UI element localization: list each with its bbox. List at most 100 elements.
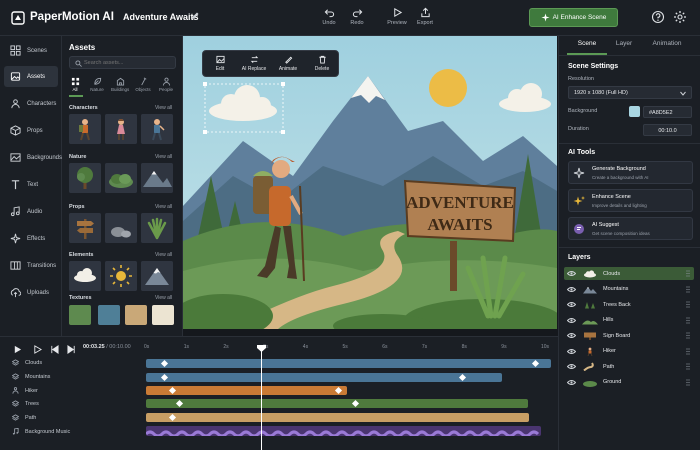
layer-item-hiker[interactable]: Hiker xyxy=(564,345,694,358)
keyframe[interactable] xyxy=(531,359,540,368)
asset-thumb-fern[interactable] xyxy=(141,213,173,243)
eye-icon[interactable] xyxy=(567,317,576,324)
view-all-nature[interactable]: View all xyxy=(155,154,172,160)
tab-layer[interactable]: Layer xyxy=(604,40,644,54)
eye-icon[interactable] xyxy=(567,379,576,386)
project-title[interactable]: Adventure Awaits xyxy=(123,12,199,22)
eye-icon[interactable] xyxy=(567,332,576,339)
eye-icon[interactable] xyxy=(567,348,576,355)
filter-buildings[interactable]: Buildings xyxy=(111,77,129,92)
eye-icon[interactable] xyxy=(567,301,576,308)
view-all-elements[interactable]: View all xyxy=(155,252,172,258)
animate-button[interactable]: Animate xyxy=(271,55,305,72)
layer-item-ground[interactable]: Ground xyxy=(564,376,694,389)
redo-button[interactable]: Redo xyxy=(340,7,374,31)
keyframe[interactable] xyxy=(168,386,177,395)
clip-clouds[interactable] xyxy=(146,359,551,368)
asset-thumb-signpost[interactable] xyxy=(69,213,101,243)
gear-icon[interactable] xyxy=(673,10,687,24)
generate-background-card[interactable]: Generate Background Create a background … xyxy=(568,161,693,184)
export-button[interactable]: Export xyxy=(408,7,442,31)
sidebar-item-props[interactable]: Props xyxy=(4,120,58,141)
drag-handle-icon[interactable] xyxy=(686,301,690,308)
help-icon[interactable] xyxy=(651,10,665,24)
keyframe[interactable] xyxy=(334,386,343,395)
scene-canvas[interactable]: ADVENTURE AWAITS xyxy=(183,36,557,329)
texture-swatch-cream[interactable] xyxy=(152,305,174,325)
asset-thumb-hiker[interactable] xyxy=(69,114,101,144)
asset-thumb-peak[interactable] xyxy=(141,261,173,291)
filter-all[interactable]: All xyxy=(66,77,84,92)
asset-thumb-mountain[interactable] xyxy=(141,163,173,193)
sidebar-item-characters[interactable]: Characters xyxy=(4,93,58,114)
keyframe[interactable] xyxy=(175,399,184,408)
filter-nature[interactable]: Nature xyxy=(88,77,106,92)
enhance-scene-card[interactable]: Enhance Scene Improve details and lighti… xyxy=(568,189,693,212)
asset-thumb-boy[interactable] xyxy=(141,114,173,144)
texture-swatch-tan[interactable] xyxy=(125,305,147,325)
ai-enhance-button[interactable]: AI Enhance Scene xyxy=(529,8,618,27)
keyframe[interactable] xyxy=(160,359,169,368)
play-alt-icon[interactable] xyxy=(33,345,42,354)
delete-button[interactable]: Delete xyxy=(305,55,339,72)
drag-handle-icon[interactable] xyxy=(686,285,690,293)
view-all-props[interactable]: View all xyxy=(155,204,172,210)
tab-animation[interactable]: Animation xyxy=(647,40,687,54)
texture-swatch-green[interactable] xyxy=(69,305,91,325)
layer-item-sign-board[interactable]: Sign Board xyxy=(564,329,694,342)
resolution-select[interactable]: 1920 x 1080 (Full HD) xyxy=(568,86,692,99)
edit-button[interactable]: Edit xyxy=(203,55,237,72)
layer-item-trees-back[interactable]: Trees Back xyxy=(564,298,694,311)
sidebar-item-effects[interactable]: Effects xyxy=(4,228,58,249)
duration-field[interactable]: 00:10.0 xyxy=(643,124,692,136)
clip-hiker[interactable] xyxy=(146,386,347,395)
drag-handle-icon[interactable] xyxy=(686,363,690,370)
keyframe[interactable] xyxy=(168,413,177,422)
eye-icon[interactable] xyxy=(567,270,576,277)
sidebar-item-scenes[interactable]: Scenes xyxy=(4,40,58,61)
tab-scene[interactable]: Scene xyxy=(567,40,607,54)
sidebar-item-assets[interactable]: Assets xyxy=(4,66,58,87)
keyframe[interactable] xyxy=(351,399,360,408)
background-color-swatch[interactable] xyxy=(629,106,640,117)
layer-item-path[interactable]: Path xyxy=(564,360,694,373)
search-box[interactable] xyxy=(69,56,176,69)
texture-swatch-blue[interactable] xyxy=(98,305,120,325)
drag-handle-icon[interactable] xyxy=(686,316,690,324)
clip-trees[interactable] xyxy=(146,399,528,408)
drag-handle-icon[interactable] xyxy=(686,378,690,386)
filter-people[interactable]: People xyxy=(157,77,175,92)
clip-path[interactable] xyxy=(146,413,529,422)
skip-back-icon[interactable] xyxy=(50,345,59,354)
sidebar-item-uploads[interactable]: Uploads xyxy=(4,282,58,303)
sidebar-item-backgrounds[interactable]: Backgrounds xyxy=(4,147,62,168)
play-icon[interactable] xyxy=(13,345,22,354)
sidebar-item-text[interactable]: Text xyxy=(4,174,58,195)
background-hex-field[interactable]: #A8D5E2 xyxy=(643,106,692,118)
eye-icon[interactable] xyxy=(567,363,576,370)
pencil-icon[interactable] xyxy=(190,11,200,21)
skip-forward-icon[interactable] xyxy=(67,345,76,354)
sidebar-item-transitions[interactable]: Transitions xyxy=(4,255,58,276)
ai-replace-button[interactable]: AI Replace xyxy=(237,55,271,72)
drag-handle-icon[interactable] xyxy=(686,332,690,339)
ai-suggest-card[interactable]: AI Suggest Get scene composition ideas xyxy=(568,217,693,240)
playhead[interactable] xyxy=(261,349,262,450)
search-input[interactable] xyxy=(84,58,172,68)
keyframe[interactable] xyxy=(160,373,169,382)
layer-item-hills[interactable]: Hills xyxy=(564,314,694,327)
view-all-characters[interactable]: View all xyxy=(155,105,172,111)
layer-item-mountains[interactable]: Mountains xyxy=(564,283,694,296)
asset-thumb-sun[interactable] xyxy=(105,261,137,291)
view-all-textures[interactable]: View all xyxy=(155,295,172,301)
filter-objects[interactable]: Objects xyxy=(134,77,152,92)
asset-thumb-girl[interactable] xyxy=(105,114,137,144)
drag-handle-icon[interactable] xyxy=(686,347,690,355)
layer-item-clouds[interactable]: Clouds xyxy=(564,267,694,280)
asset-thumb-rocks[interactable] xyxy=(105,213,137,243)
keyframe[interactable] xyxy=(458,373,467,382)
asset-thumb-bush[interactable] xyxy=(105,163,137,193)
asset-thumb-tree[interactable] xyxy=(69,163,101,193)
sidebar-item-audio[interactable]: Audio xyxy=(4,201,58,222)
clip-mountains[interactable] xyxy=(146,373,502,382)
